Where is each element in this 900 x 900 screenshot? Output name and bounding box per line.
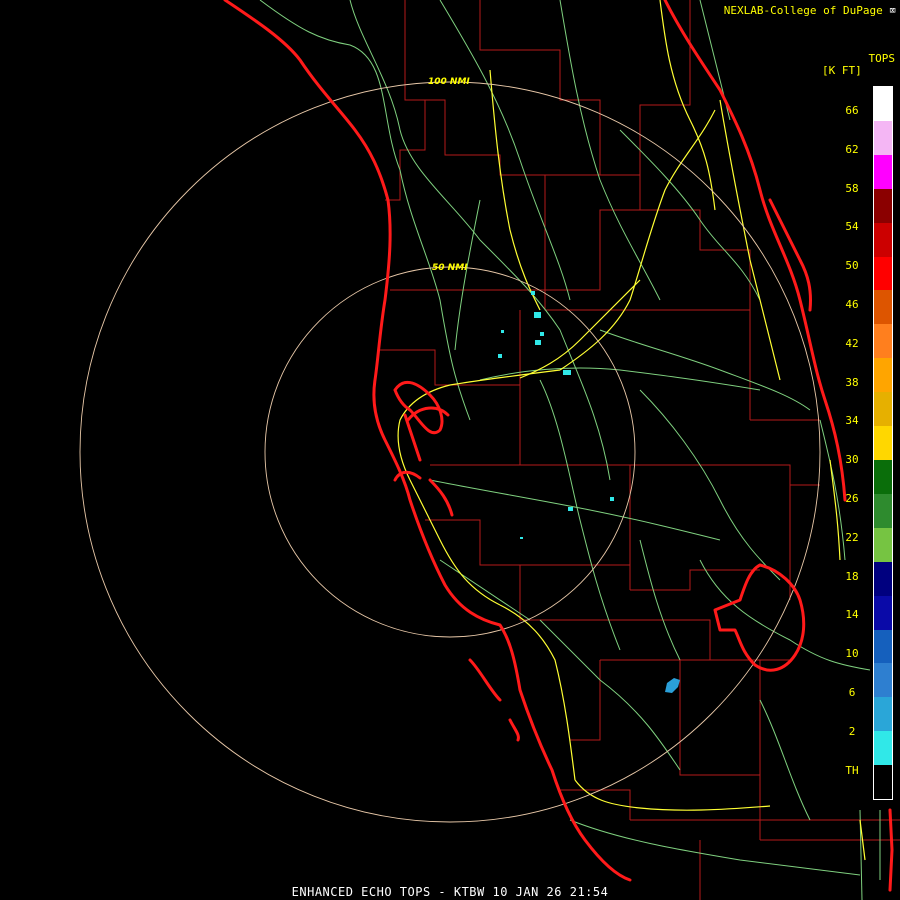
legend-swatch [874,188,892,223]
legend-swatch [874,426,892,460]
echo-cell [568,507,573,511]
range-ring-100 [79,81,821,823]
product-label: ENHANCED ECHO TOPS - KTBW 10 JAN 26 21:5… [291,885,609,899]
legend-label: 30 [845,453,859,467]
radar-map: 50 NMI 100 NMI [79,0,900,900]
legend-label: 54 [845,220,859,234]
legend-title: TOPS [K FT] [818,53,898,77]
echo-cell [498,354,502,358]
color-scale-labels: 66 62 58 54 50 46 42 38 34 30 26 22 18 14 10 6 2 TH [836,86,872,800]
color-scale-bar [873,86,893,800]
legend-swatch [874,629,892,664]
legend-label: 62 [845,142,859,156]
rivers-and-roads [259,0,881,900]
echo-cell [610,497,614,501]
legend-swatch [874,87,892,121]
echo-cell [531,291,535,295]
range-ring-50 [264,266,636,638]
legend-swatch [874,222,892,257]
legend-label: 14 [845,608,859,622]
legend-swatch [874,256,892,291]
legend-swatch [874,459,892,494]
legend-swatch [874,663,892,698]
legend-label: 22 [845,530,859,544]
legend-label: 10 [845,647,859,661]
echo-cell [501,330,504,333]
echo-cell [665,678,680,693]
legend-label: 42 [845,336,859,350]
legend-label: 34 [845,414,859,428]
echo-cell [534,312,541,318]
legend-swatch [874,595,892,630]
legend-swatch [874,154,892,189]
legend-label: 66 [845,104,859,117]
legend-label: 38 [845,375,859,389]
range-rings [79,81,821,823]
legend-label: 6 [848,686,856,700]
legend-label: 50 [845,259,859,273]
cod-logo-icon: ⌧ [889,4,896,17]
legend-label: 2 [848,724,856,738]
legend-label: 46 [845,298,859,312]
legend-swatch [874,392,892,427]
legend-label: 26 [845,492,859,506]
legend-swatch [874,493,892,528]
echo-returns [498,291,680,693]
range-label-50: 50 NMI [432,263,468,273]
echo-cell [520,537,523,539]
legend-swatch [874,120,892,155]
legend-title-line2: [K FT] [822,64,862,77]
echo-cell [563,370,571,375]
legend-swatch [874,324,892,359]
credit-label: NEXLAB-College of DuPage ⌧ [724,4,896,17]
legend-label: 18 [845,569,859,583]
legend-swatch [874,561,892,596]
highways [397,0,866,861]
range-label-100: 100 NMI [428,77,470,87]
credit-text: NEXLAB-College of DuPage [723,4,883,17]
legend-swatch [874,765,892,800]
echo-cell [540,332,544,336]
echo-cell [535,340,541,345]
legend-swatch [874,290,892,325]
legend-swatch [874,358,892,393]
legend-swatch [874,731,892,766]
legend-swatch [874,527,892,562]
coastline [223,0,894,892]
legend-swatch [874,697,892,732]
legend-label: TH [845,763,859,777]
legend-label: 58 [845,181,859,195]
